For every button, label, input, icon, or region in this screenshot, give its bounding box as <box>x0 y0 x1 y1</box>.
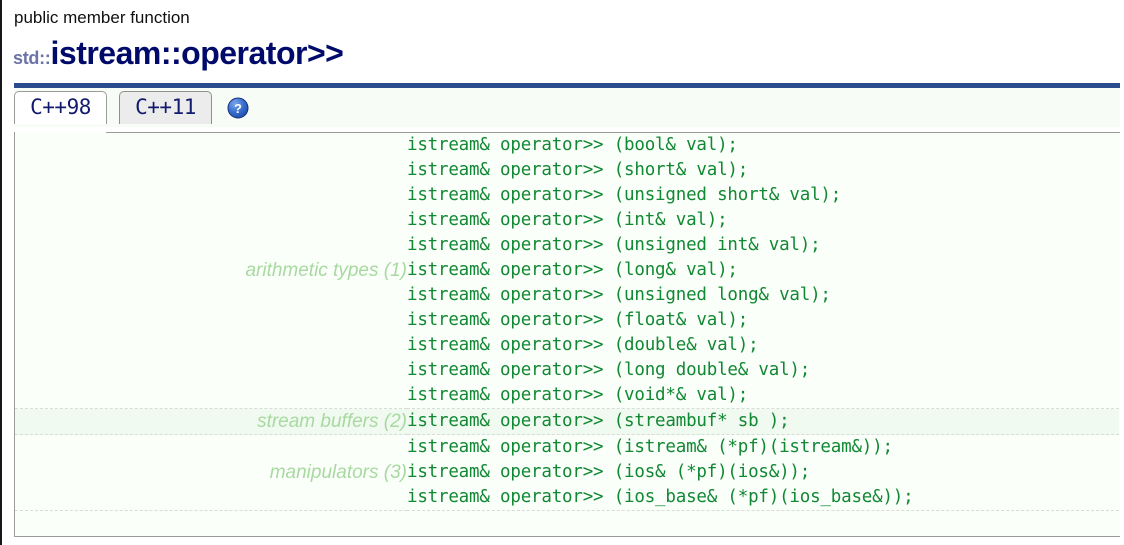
function-signature: istream& operator>> (unsigned int& val); <box>407 235 821 255</box>
function-signature: istream& operator>> (istream& (*pf)(istr… <box>407 437 893 457</box>
page-title-namespace: std:: <box>13 48 51 68</box>
tab-cpp98[interactable]: C++98 <box>14 91 107 124</box>
tab-cpp11[interactable]: C++11 <box>119 91 212 124</box>
function-signature: istream& operator>> (double& val); <box>407 335 759 355</box>
signature-table: arithmetic types (1) istream& operator>> … <box>15 133 1119 511</box>
reference-page: public member function std::istream::ope… <box>2 0 1120 545</box>
signature-group-row: manipulators (3) istream& operator>> (ist… <box>15 434 1119 511</box>
function-signature: istream& operator>> (float& val); <box>407 310 749 330</box>
svg-text:?: ? <box>234 101 242 116</box>
page-title: std::istream::operator>> <box>2 31 1118 82</box>
signature-group-label: manipulators (3) <box>15 434 407 511</box>
signature-group-label: stream buffers (2) <box>15 408 407 435</box>
function-signature: istream& operator>> (short& val); <box>407 160 749 180</box>
function-signature: istream& operator>> (ios_base& (*pf)(ios… <box>407 487 914 507</box>
signature-list: istream& operator>> (istream& (*pf)(istr… <box>407 434 1119 511</box>
function-signature: istream& operator>> (streambuf* sb ); <box>407 411 790 431</box>
function-signature: istream& operator>> (unsigned long& val)… <box>407 285 831 305</box>
page-kicker: public member function <box>14 8 190 27</box>
page-title-name: istream::operator>> <box>50 35 344 71</box>
function-signature: istream& operator>> (unsigned short& val… <box>407 185 842 205</box>
function-signature: istream& operator>> (long& val); <box>407 260 738 280</box>
function-signature: istream& operator>> (int& val); <box>407 210 728 230</box>
signature-list: istream& operator>> (streambuf* sb ); <box>407 408 1119 435</box>
standard-version-tabstrip: C++98 C++11 ? <box>14 88 1120 127</box>
signature-group-label: arithmetic types (1) <box>15 133 407 409</box>
function-signature: istream& operator>> (long double& val); <box>407 360 811 380</box>
function-signature: istream& operator>> (ios& (*pf)(ios&)); <box>407 462 811 482</box>
function-signature: istream& operator>> (bool& val); <box>407 135 738 155</box>
signature-list: istream& operator>> (bool& val); istream&… <box>407 133 1119 409</box>
signature-group-row: stream buffers (2) istream& operator>> (s… <box>15 408 1119 435</box>
signature-panel: arithmetic types (1) istream& operator>> … <box>14 133 1120 537</box>
signature-group-row: arithmetic types (1) istream& operator>> … <box>15 133 1119 409</box>
help-question-icon[interactable]: ? <box>227 97 249 119</box>
function-signature: istream& operator>> (void*& val); <box>407 385 749 405</box>
